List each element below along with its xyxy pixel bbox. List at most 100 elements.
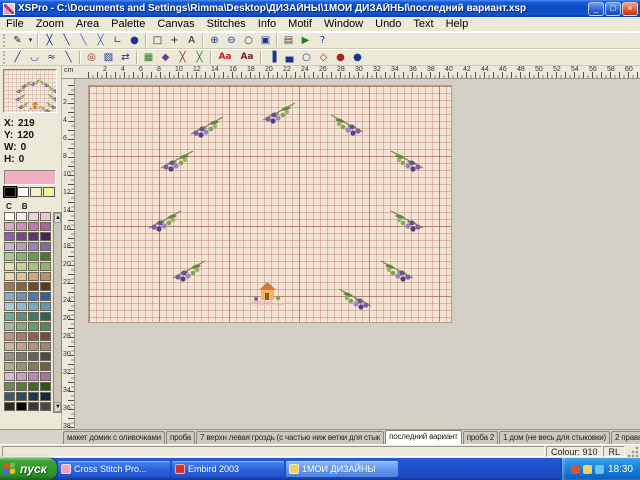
palette-color-swatch[interactable] [40,312,51,321]
quick-swatch[interactable] [30,187,42,197]
palette-color-swatch[interactable] [28,372,39,381]
close-button[interactable]: × [622,2,638,16]
pencil-tool[interactable]: ✎ [9,33,26,48]
zoom-area-button[interactable]: ○ [240,33,257,48]
design-tab[interactable]: последний вариант [385,430,462,444]
palette-color-swatch[interactable] [28,282,39,291]
palette-color-swatch[interactable] [28,312,39,321]
palette-color-swatch[interactable] [40,212,51,221]
font-small-button[interactable]: Aa [236,50,258,65]
palette-color-swatch[interactable] [16,362,27,371]
menu-item-motif[interactable]: Motif [282,18,318,30]
palette-color-swatch[interactable] [28,292,39,301]
move-selection-tool[interactable]: + [166,33,183,48]
menu-item-area[interactable]: Area [70,18,105,30]
palette-color-swatch[interactable] [40,402,51,411]
taskbar-task-button[interactable]: 1МОИ ДИЗАЙНЫ [286,461,398,477]
thread-colors-button[interactable]: ◆ [157,50,174,65]
palette-color-swatch[interactable] [28,222,39,231]
palette-color-swatch[interactable] [40,302,51,311]
flip-horizontal-button[interactable]: ▐ [264,50,281,65]
palette-color-swatch[interactable] [16,302,27,311]
palette-color-swatch[interactable] [4,332,15,341]
palette-color-swatch[interactable] [40,352,51,361]
palette-color-swatch[interactable] [16,252,27,261]
palette-color-swatch[interactable] [28,212,39,221]
pencil-dropdown[interactable]: ▾ [26,33,35,48]
palette-color-swatch[interactable] [16,242,27,251]
palette-color-swatch[interactable] [28,362,39,371]
color-picker-tool[interactable]: ◎ [83,50,100,65]
palette-color-swatch[interactable] [40,382,51,391]
palette-color-swatch[interactable] [16,312,27,321]
palette-color-swatch[interactable] [16,232,27,241]
menu-item-window[interactable]: Window [318,18,369,30]
palette-color-swatch[interactable] [40,222,51,231]
palette-color-swatch[interactable] [40,232,51,241]
menu-item-canvas[interactable]: Canvas [151,18,200,30]
palette-color-swatch[interactable] [28,262,39,271]
palette-color-swatch[interactable] [16,292,27,301]
app-tray-icon[interactable] [571,465,580,474]
menu-item-stitches[interactable]: Stitches [201,18,252,30]
menu-item-file[interactable]: File [0,18,30,30]
palette-color-swatch[interactable] [16,402,27,411]
resize-grip-icon[interactable] [626,445,639,458]
palette-color-swatch[interactable] [4,222,15,231]
sew-preview-button[interactable]: ▶ [297,33,314,48]
menu-item-palette[interactable]: Palette [105,18,151,30]
maximize-button[interactable]: □ [605,2,621,16]
palette-color-swatch[interactable] [40,252,51,261]
palette-color-swatch[interactable] [40,282,51,291]
cross-red-button[interactable]: ╳ [174,50,191,65]
select-tool[interactable]: □ [149,33,166,48]
palette-color-swatch[interactable] [4,252,15,261]
palette-color-swatch[interactable] [4,292,15,301]
toolbar-grip[interactable] [3,51,6,64]
petite-stitch-tool[interactable]: ╳ [92,33,109,48]
palette-color-swatch[interactable] [4,282,15,291]
design-tab[interactable]: проба 2 [463,431,498,444]
start-button[interactable]: пуск [0,458,57,480]
menu-item-undo[interactable]: Undo [369,18,407,30]
quick-swatch[interactable] [43,187,55,197]
toolbar-grip[interactable] [3,34,6,47]
freehand-curve-tool[interactable]: ≈ [43,50,60,65]
palette-color-swatch[interactable] [16,322,27,331]
help-button[interactable]: ? [314,33,331,48]
palette-color-swatch[interactable] [4,362,15,371]
quick-swatch[interactable] [17,187,29,197]
network-tray-icon[interactable] [595,465,604,474]
palette-color-swatch[interactable] [4,392,15,401]
design-tab[interactable]: макет домик с оливочками [63,431,165,444]
palette-color-swatch[interactable] [28,242,39,251]
palette-scrollbar[interactable]: ▲ ▼ [53,212,62,413]
knot-red-button[interactable]: ● [332,50,349,65]
palette-color-swatch[interactable] [28,252,39,261]
menu-item-text[interactable]: Text [407,18,439,30]
palette-color-swatch[interactable] [4,262,15,271]
palette-color-swatch[interactable] [28,272,39,281]
palette-color-swatch[interactable] [4,402,15,411]
french-knot-tool[interactable]: ● [126,33,143,48]
palette-color-swatch[interactable] [4,322,15,331]
palette-color-swatch[interactable] [16,342,27,351]
stitch-canvas[interactable] [88,85,452,323]
menu-item-zoom[interactable]: Zoom [30,18,70,30]
palette-color-swatch[interactable] [40,362,51,371]
palette-editor-button[interactable]: ▦ [140,50,157,65]
quick-swatch[interactable] [4,187,16,197]
design-tab[interactable]: 1 дом (не весь для стыковки) [499,431,610,444]
minimize-button[interactable]: _ [588,2,604,16]
palette-color-swatch[interactable] [16,382,27,391]
palette-color-swatch[interactable] [16,372,27,381]
knot-blue-button[interactable]: ● [349,50,366,65]
palette-color-swatch[interactable] [4,372,15,381]
text-tool[interactable]: A [183,33,200,48]
design-tab[interactable]: 2 правая ниж гр [611,431,640,444]
menu-item-help[interactable]: Help [440,18,475,30]
palette-color-swatch[interactable] [40,272,51,281]
selected-color-swatch[interactable] [4,170,56,185]
mirror-motif-button[interactable]: ◇ [315,50,332,65]
scroll-up-icon[interactable]: ▲ [54,213,61,223]
